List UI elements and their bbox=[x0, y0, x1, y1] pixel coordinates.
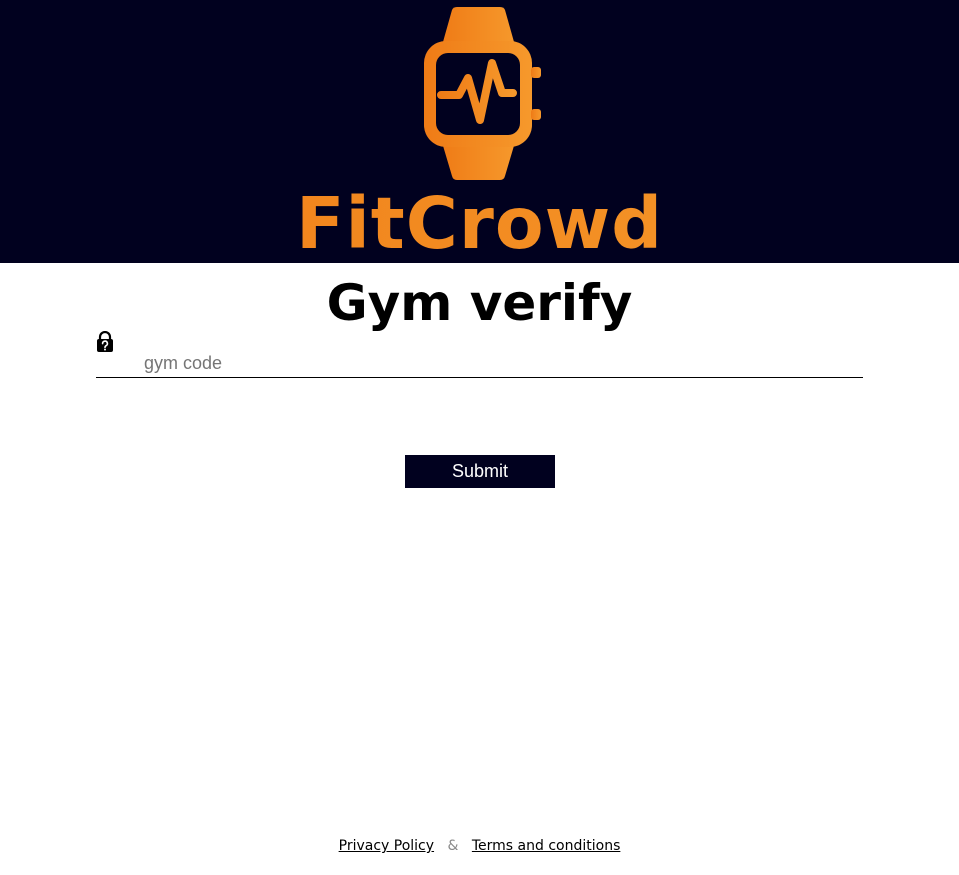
gym-code-field bbox=[96, 350, 863, 378]
submit-button[interactable]: Submit bbox=[405, 455, 555, 488]
brand-header: FitCrowd bbox=[0, 0, 959, 263]
footer-separator: & bbox=[447, 838, 459, 854]
footer: Privacy Policy & Terms and conditions bbox=[0, 836, 959, 856]
lock-question-icon bbox=[97, 331, 113, 352]
privacy-policy-link[interactable]: Privacy Policy bbox=[339, 838, 434, 854]
smartwatch-logo-icon bbox=[424, 7, 541, 180]
page-title: Gym verify bbox=[326, 274, 633, 332]
brand-name: FitCrowd bbox=[0, 186, 959, 262]
terms-link[interactable]: Terms and conditions bbox=[472, 838, 621, 854]
gym-code-input[interactable] bbox=[144, 351, 844, 375]
